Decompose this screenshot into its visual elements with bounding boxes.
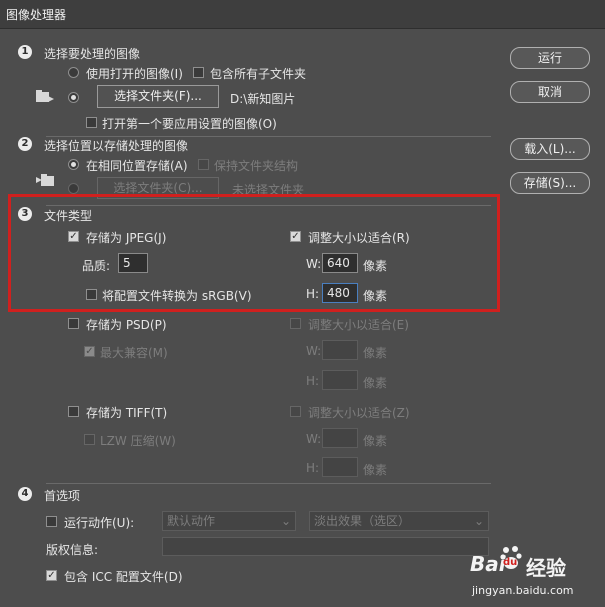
save-tiff-label: 存储为 TIFF(T) <box>86 406 168 420</box>
psd-width-label: W: <box>306 344 322 358</box>
psd-height-unit: 像素 <box>363 376 388 390</box>
section4-title: 首选项 <box>44 489 81 503</box>
keep-structure-label: 保持文件夹结构 <box>214 159 299 173</box>
same-location-label: 在相同位置存储(A) <box>86 159 188 173</box>
same-location-radio[interactable] <box>68 159 79 170</box>
convert-srgb-checkbox[interactable] <box>86 289 97 300</box>
psd-width-unit: 像素 <box>363 346 388 360</box>
destination-folder-icon <box>36 172 54 186</box>
tiff-width-unit: 像素 <box>363 434 388 448</box>
height-unit-label: 像素 <box>363 289 388 303</box>
select-destination-radio[interactable] <box>68 183 79 194</box>
keep-structure-checkbox[interactable] <box>198 159 209 170</box>
width-input[interactable]: 640 <box>322 253 358 273</box>
tiff-height-unit: 像素 <box>363 463 388 477</box>
watermark-suffix: 经验 <box>526 556 566 580</box>
max-compat-label: 最大兼容(M) <box>100 346 168 360</box>
select-folder-radio[interactable] <box>68 92 79 103</box>
tiff-width-label: W: <box>306 432 322 446</box>
action-name-select[interactable]: 淡出效果（选区） ⌄ <box>309 511 489 531</box>
quality-input[interactable]: 5 <box>118 253 148 273</box>
highlight-annotation <box>8 194 500 312</box>
save-settings-button[interactable]: 存储(S)... <box>510 172 590 194</box>
save-jpeg-checkbox[interactable]: ✓ <box>68 231 79 242</box>
width-label: W: <box>306 257 322 271</box>
run-action-label: 运行动作(U): <box>64 516 135 530</box>
chevron-down-icon: ⌄ <box>280 514 291 528</box>
section2-title: 选择位置以存储处理的图像 <box>44 139 189 153</box>
lzw-label: LZW 压缩(W) <box>100 434 176 448</box>
window-title: 图像处理器 <box>6 8 67 22</box>
height-label: H: <box>306 287 320 301</box>
section1-number: 1 <box>18 45 32 59</box>
psd-height-input[interactable] <box>322 370 358 390</box>
copyright-input[interactable] <box>162 537 489 556</box>
open-first-image-checkbox[interactable] <box>86 117 97 128</box>
source-folder-path: D:\新知图片 <box>230 92 296 106</box>
tiff-height-input[interactable] <box>322 457 358 477</box>
section4-number: 4 <box>18 487 32 501</box>
run-button[interactable]: 运行 <box>510 47 590 69</box>
resize-tiff-label: 调整大小以适合(Z) <box>308 406 410 420</box>
psd-height-label: H: <box>306 374 320 388</box>
action-set-value: 默认动作 <box>167 514 216 528</box>
use-open-images-label: 使用打开的图像(I) <box>86 67 183 81</box>
select-source-folder-button[interactable]: 选择文件夹(F)... <box>97 85 219 108</box>
height-input[interactable]: 480 <box>322 283 358 303</box>
baidu-watermark: Bai du 经验 jingyan.baidu.com <box>470 540 600 604</box>
tiff-height-label: H: <box>306 461 320 475</box>
max-compat-checkbox[interactable]: ✓ <box>84 346 95 357</box>
convert-srgb-label: 将配置文件转换为 sRGB(V) <box>102 289 252 303</box>
tiff-width-input[interactable] <box>322 428 358 448</box>
action-set-select[interactable]: 默认动作 ⌄ <box>162 511 296 531</box>
action-name-value: 淡出效果（选区） <box>314 514 411 528</box>
quality-label: 品质: <box>82 259 111 273</box>
load-button[interactable]: 载入(L)... <box>510 138 590 160</box>
chevron-down-icon: ⌄ <box>473 514 484 528</box>
include-subfolders-label: 包含所有子文件夹 <box>210 67 307 81</box>
paw-icon: du <box>500 544 522 570</box>
save-jpeg-label: 存储为 JPEG(J) <box>86 231 167 245</box>
resize-psd-checkbox[interactable] <box>290 318 301 329</box>
resize-jpeg-checkbox[interactable]: ✓ <box>290 231 301 242</box>
cancel-button[interactable]: 取消 <box>510 81 590 103</box>
use-open-images-radio[interactable] <box>68 67 79 78</box>
include-icc-checkbox[interactable]: ✓ <box>46 570 57 581</box>
watermark-url: jingyan.baidu.com <box>472 584 574 597</box>
watermark-paw-text: du <box>503 557 518 568</box>
save-psd-label: 存储为 PSD(P) <box>86 318 167 332</box>
folder-icon <box>36 90 54 104</box>
run-action-checkbox[interactable] <box>46 516 57 527</box>
open-first-image-label: 打开第一个要应用设置的图像(O) <box>102 117 277 131</box>
lzw-checkbox[interactable] <box>84 434 95 445</box>
copyright-label: 版权信息: <box>46 543 99 557</box>
psd-width-input[interactable] <box>322 340 358 360</box>
include-icc-label: 包含 ICC 配置文件(D) <box>64 570 183 584</box>
resize-jpeg-label: 调整大小以适合(R) <box>308 231 410 245</box>
resize-psd-label: 调整大小以适合(E) <box>308 318 409 332</box>
section3-divider <box>46 483 491 484</box>
save-tiff-checkbox[interactable] <box>68 406 79 417</box>
save-psd-checkbox[interactable] <box>68 318 79 329</box>
resize-tiff-checkbox[interactable] <box>290 406 301 417</box>
width-unit-label: 像素 <box>363 259 388 273</box>
section1-title: 选择要处理的图像 <box>44 47 141 61</box>
title-bar: 图像处理器 <box>0 0 605 29</box>
section2-number: 2 <box>18 137 32 151</box>
include-subfolders-checkbox[interactable] <box>193 67 204 78</box>
